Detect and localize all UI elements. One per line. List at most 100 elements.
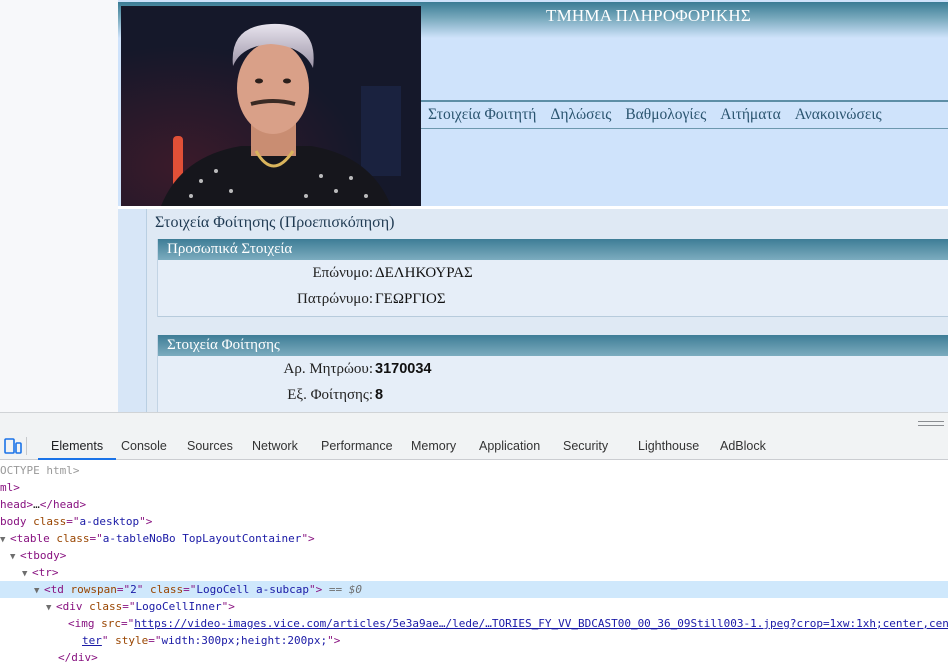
device-toolbar-icon[interactable] bbox=[4, 438, 22, 454]
tab-console[interactable]: Console bbox=[121, 432, 167, 460]
content-area: Στοιχεία Φοίτησης (Προεπισκόπηση) Προσωπ… bbox=[146, 209, 948, 412]
devtools-panel: Elements Console Sources Network Perform… bbox=[0, 412, 948, 664]
tab-performance[interactable]: Performance bbox=[321, 432, 393, 460]
body-tag: body bbox=[0, 515, 27, 528]
studies-info-panel: Στοιχεία Φοίτησης Αρ. Μητρώου: 3170034 Ε… bbox=[157, 335, 948, 412]
attr-eq: =" bbox=[66, 515, 80, 528]
img-tag: <img bbox=[68, 617, 95, 630]
dom-node-img[interactable]: <img src="https://video-images.vice.com/… bbox=[0, 615, 948, 632]
head-open-tag: head> bbox=[0, 498, 34, 511]
attr-eq: =" bbox=[89, 532, 103, 545]
selected-node-marker: == $0 bbox=[328, 583, 362, 596]
nav-grades[interactable]: Βαθμολογίες bbox=[625, 106, 706, 124]
student-portal-page: ΤΜΗΜΑ ΠΛΗΡΟΦΟΡΙΚΗΣ Στοιχεία Φοιτητή Δηλώ… bbox=[118, 0, 948, 412]
dom-node-doctype[interactable]: OCTYPE html> bbox=[0, 462, 948, 479]
attr-name: class bbox=[89, 600, 123, 613]
attr-close: " bbox=[136, 583, 144, 596]
attr-close: "> bbox=[221, 600, 235, 613]
dom-node-img-cont[interactable]: ter" style="width:300px;height:200px;"> bbox=[0, 632, 948, 649]
dom-node-td-selected[interactable]: ▼ <td rowspan="2" class="LogoCell a-subca… bbox=[0, 581, 948, 598]
body-class-value: a-desktop bbox=[79, 515, 140, 528]
div-close-tag: </div> bbox=[58, 651, 98, 664]
attr-close: "> bbox=[301, 532, 315, 545]
tab-divider bbox=[26, 437, 27, 455]
personal-info-panel: Προσωπικά Στοιχεία Επώνυμο: ΔΕΛΗΚΟΥΡΑΣ Π… bbox=[157, 239, 948, 317]
tab-memory[interactable]: Memory bbox=[411, 432, 456, 460]
father-name-row: Πατρώνυμο: ΓΕΩΡΓΙΟΣ bbox=[158, 291, 948, 313]
dom-tree: OCTYPE html> ml> head>…</head> body clas… bbox=[0, 460, 948, 664]
semester-label: Εξ. Φοίτησης: bbox=[287, 387, 373, 403]
tab-elements[interactable]: Elements bbox=[38, 432, 117, 460]
html-tag: ml> bbox=[0, 481, 20, 494]
attr-eq: =" bbox=[122, 600, 136, 613]
surname-value: ΔΕΛΗΚΟΥΡΑΣ bbox=[375, 265, 473, 281]
doctype-text: OCTYPE html> bbox=[0, 464, 80, 477]
dom-node-table[interactable]: ▼ <table class="a-tableNoBo TopLayoutCont… bbox=[0, 530, 948, 547]
td-tag: <td bbox=[44, 583, 64, 596]
collapse-triangle-icon[interactable]: ▼ bbox=[10, 549, 20, 564]
registration-row: Αρ. Μητρώου: 3170034 bbox=[158, 361, 948, 383]
attr-close: " bbox=[101, 634, 109, 647]
attr-name: class bbox=[33, 515, 67, 528]
surname-label: Επώνυμο: bbox=[312, 265, 373, 281]
table-class-value: a-tableNoBo TopLayoutContainer bbox=[102, 532, 302, 545]
tr-tag: <tr> bbox=[32, 566, 59, 579]
attr-name: style bbox=[115, 634, 149, 647]
img-src-link-continued[interactable]: ter bbox=[82, 634, 102, 647]
nav-declarations[interactable]: Δηλώσεις bbox=[550, 106, 611, 124]
table-tag: <table bbox=[10, 532, 50, 545]
nav-student-info[interactable]: Στοιχεία Φοιτητή bbox=[428, 106, 536, 124]
attr-close: "> bbox=[308, 583, 323, 596]
attr-name: rowspan bbox=[70, 583, 117, 596]
attr-eq: =" bbox=[183, 583, 197, 596]
attr-close: "> bbox=[139, 515, 153, 528]
dom-node-div[interactable]: ▼ <div class="LogoCellInner"> bbox=[0, 598, 948, 615]
dom-node-div-close[interactable]: </div> bbox=[0, 649, 948, 666]
attr-name: class bbox=[56, 532, 90, 545]
studies-info-heading: Στοιχεία Φοίτησης bbox=[158, 335, 948, 356]
collapse-triangle-icon[interactable]: ▼ bbox=[34, 583, 44, 598]
head-close-tag: </head> bbox=[39, 498, 87, 511]
img-style-value: width:300px;height:200px; bbox=[161, 634, 328, 647]
browser-viewport: ΤΜΗΜΑ ΠΛΗΡΟΦΟΡΙΚΗΣ Στοιχεία Φοιτητή Δηλώ… bbox=[0, 0, 948, 432]
collapse-triangle-icon[interactable]: ▼ bbox=[0, 532, 10, 547]
dom-node-html[interactable]: ml> bbox=[0, 479, 948, 496]
father-name-label: Πατρώνυμο: bbox=[297, 291, 373, 307]
tab-adblock[interactable]: AdBlock bbox=[720, 432, 766, 460]
site-title: ΤΜΗΜΑ ΠΛΗΡΟΦΟΡΙΚΗΣ bbox=[546, 6, 751, 25]
nav-announcements[interactable]: Ανακοινώσεις bbox=[795, 106, 882, 124]
attr-name: class bbox=[149, 583, 184, 596]
td-class-value: LogoCell a-subcap bbox=[196, 583, 309, 596]
semester-row: Εξ. Φοίτησης: 8 bbox=[158, 387, 948, 409]
registration-value: 3170034 bbox=[375, 361, 432, 377]
tab-lighthouse[interactable]: Lighthouse bbox=[638, 432, 699, 460]
resize-grip-icon[interactable] bbox=[918, 421, 944, 426]
dom-node-body[interactable]: body class="a-desktop"> bbox=[0, 513, 948, 530]
page-left-margin bbox=[0, 0, 118, 432]
img-src-link[interactable]: https://video-images.vice.com/articles/5… bbox=[134, 617, 948, 630]
tab-security[interactable]: Security bbox=[563, 432, 608, 460]
section-title: Στοιχεία Φοίτησης (Προεπισκόπηση) bbox=[155, 214, 395, 231]
attr-name: src bbox=[101, 617, 121, 630]
dom-node-head[interactable]: head>…</head> bbox=[0, 496, 948, 513]
surname-row: Επώνυμο: ΔΕΛΗΚΟΥΡΑΣ bbox=[158, 265, 948, 287]
father-name-value: ΓΕΩΡΓΙΟΣ bbox=[375, 291, 446, 307]
tab-application[interactable]: Application bbox=[479, 432, 540, 460]
personal-info-heading: Προσωπικά Στοιχεία bbox=[158, 239, 948, 260]
attr-eq: =" bbox=[121, 617, 135, 630]
registration-label: Αρ. Μητρώου: bbox=[283, 361, 373, 377]
student-photo-icon bbox=[121, 6, 421, 206]
head-ellipsis: … bbox=[33, 498, 40, 511]
attr-eq: =" bbox=[116, 583, 131, 596]
devtools-resize-bar[interactable] bbox=[0, 412, 948, 432]
tab-sources[interactable]: Sources bbox=[187, 432, 233, 460]
tab-network[interactable]: Network bbox=[252, 432, 298, 460]
nav-requests[interactable]: Αιτήματα bbox=[720, 106, 780, 124]
collapse-triangle-icon[interactable]: ▼ bbox=[46, 600, 56, 615]
dom-node-tbody[interactable]: ▼ <tbody> bbox=[0, 547, 948, 564]
student-photo bbox=[121, 6, 421, 206]
td-rowspan-value: 2 bbox=[130, 583, 137, 596]
devtools-tabbar: Elements Console Sources Network Perform… bbox=[0, 432, 948, 460]
collapse-triangle-icon[interactable]: ▼ bbox=[22, 566, 32, 581]
dom-node-tr[interactable]: ▼ <tr> bbox=[0, 564, 948, 581]
